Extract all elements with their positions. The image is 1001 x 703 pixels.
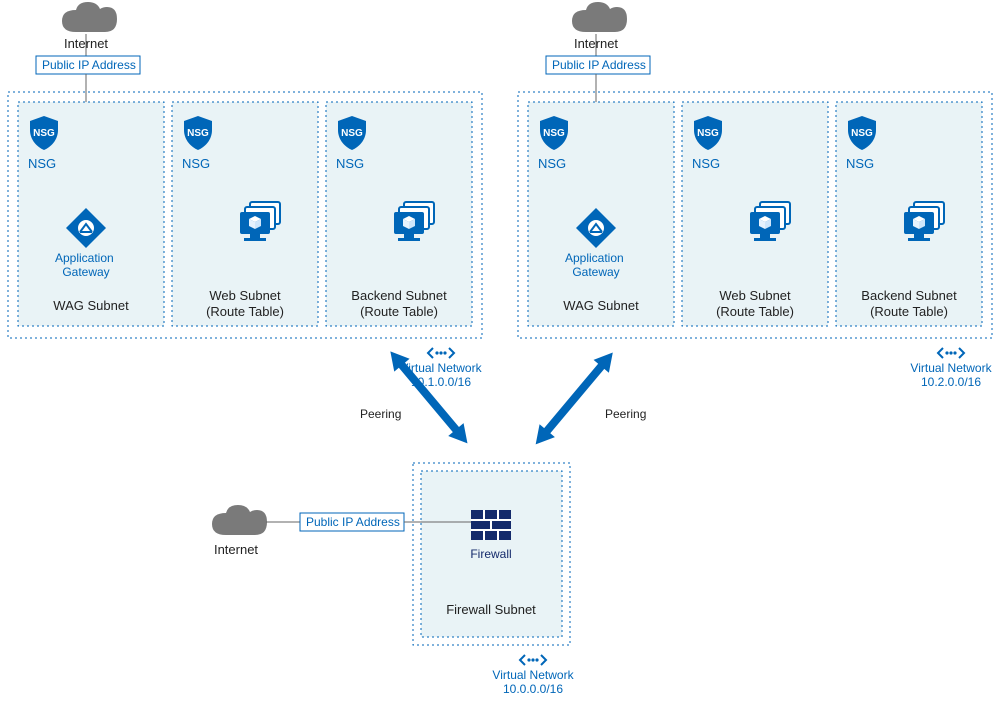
vnet-cidr: 10.0.0.0/16	[503, 682, 563, 696]
firewall-icon	[471, 510, 511, 540]
nsg-label: NSG	[336, 156, 364, 171]
vnet1: Internet Public IP Address NSG Applicati…	[8, 2, 483, 389]
subnet-backend: NSG Backend Subnet (Route Table)	[326, 102, 472, 326]
subnet-title: WAG Subnet	[563, 298, 639, 313]
subnet-title: WAG Subnet	[53, 298, 129, 313]
peering-arrow-right	[528, 346, 620, 451]
hub-vnet: Firewall Firewall Subnet Virtual Network…	[212, 463, 575, 696]
subnet-title: Backend Subnet	[351, 288, 447, 303]
vnet-icon	[938, 348, 964, 358]
subnet-wag: NSG Application Gateway WAG Subnet	[528, 102, 674, 326]
subnet-wag: NSG Application Gateway WAG Subnet	[18, 102, 164, 326]
subnet-subtitle: (Route Table)	[716, 304, 794, 319]
public-ip-label: Public IP Address	[306, 515, 400, 529]
vnet-label: Virtual Network	[492, 668, 574, 682]
appgw-label: Application Gateway	[55, 251, 117, 279]
subnet-title: Backend Subnet	[861, 288, 957, 303]
peering-label: Peering	[605, 407, 646, 421]
subnet-subtitle: (Route Table)	[206, 304, 284, 319]
vnet-label: Virtual Network	[910, 361, 992, 375]
public-ip-label: Public IP Address	[552, 58, 646, 72]
vnet2: Internet Public IP Address NSG Applicati…	[518, 2, 993, 389]
vnet-icon	[428, 348, 454, 358]
subnet-title: Firewall Subnet	[446, 602, 536, 617]
vnet-cidr: 10.2.0.0/16	[921, 375, 981, 389]
nsg-label: NSG	[182, 156, 210, 171]
nsg-label: NSG	[538, 156, 566, 171]
subnet-web: NSG Web Subnet (Route Table)	[172, 102, 318, 326]
subnet-web: NSG Web Subnet (Route Table)	[682, 102, 828, 326]
vnet-icon	[520, 655, 546, 665]
cloud-icon	[62, 2, 117, 32]
cloud-icon	[572, 2, 627, 32]
nsg-label: NSG	[846, 156, 874, 171]
cloud-icon	[212, 505, 267, 535]
nsg-label: NSG	[28, 156, 56, 171]
peering-label: Peering	[360, 407, 401, 421]
subnet-title: Web Subnet	[719, 288, 791, 303]
subnet-backend: NSG Backend Subnet (Route Table)	[836, 102, 982, 326]
internet-label: Internet	[214, 542, 258, 557]
firewall-label: Firewall	[470, 547, 511, 561]
subnet-subtitle: (Route Table)	[870, 304, 948, 319]
appgw-label: Application Gateway	[565, 251, 627, 279]
public-ip-label: Public IP Address	[42, 58, 136, 72]
nsg-label: NSG	[692, 156, 720, 171]
subnet-subtitle: (Route Table)	[360, 304, 438, 319]
subnet-title: Web Subnet	[209, 288, 281, 303]
